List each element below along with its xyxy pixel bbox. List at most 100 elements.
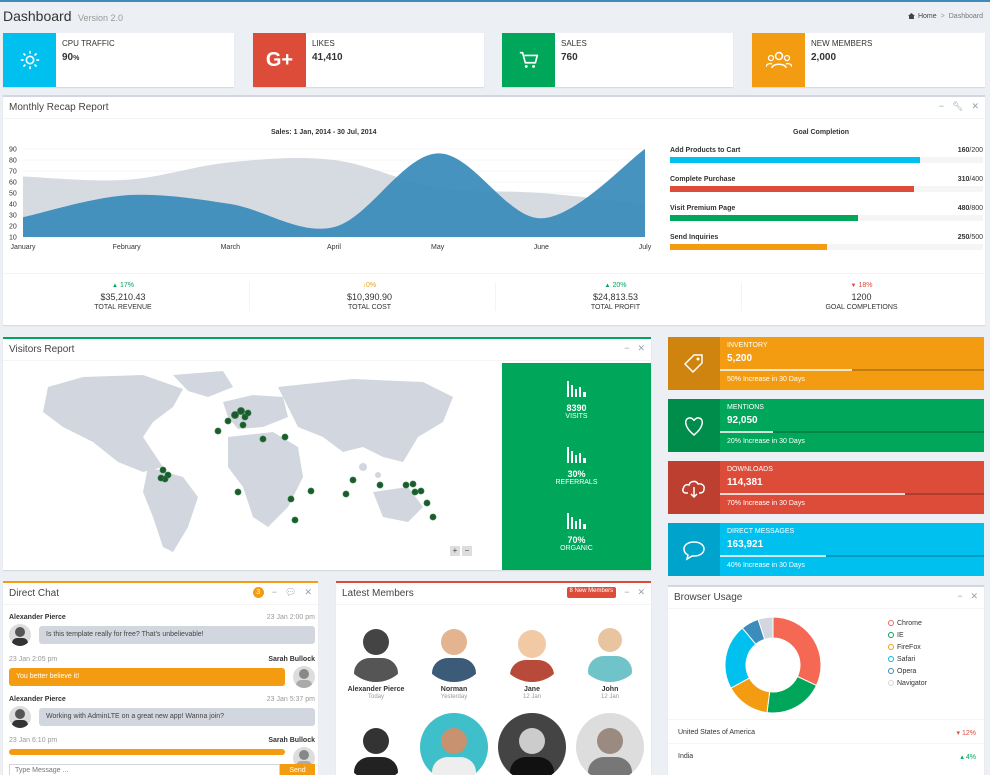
member-avatar[interactable] xyxy=(420,713,488,775)
latest-members-box: Latest Members 8 New Members − ✕ Alexand… xyxy=(336,581,651,775)
zoom-out-button[interactable]: − xyxy=(462,546,472,556)
box-title: Direct Chat xyxy=(9,588,60,599)
zoom-in-button[interactable]: + xyxy=(450,546,460,556)
goal-name: Complete Purchase xyxy=(670,176,736,183)
bar-chart-icon xyxy=(566,447,586,463)
stat-description: 40% Increase in 30 Days xyxy=(727,562,805,569)
stat-box-inventory: INVENTORY 5,200 50% Increase in 30 Days xyxy=(668,337,984,390)
send-button[interactable]: Send xyxy=(280,764,315,775)
close-button[interactable]: ✕ xyxy=(637,343,645,354)
stat-label: DIRECT MESSAGES xyxy=(727,528,795,535)
close-button[interactable]: ✕ xyxy=(971,101,979,112)
chat-message: 23 Jan 6:10 pm Sarah Bullock xyxy=(9,737,315,769)
goal-completion-title: Goal Completion xyxy=(793,129,849,136)
member-item[interactable]: Norman Yesterday xyxy=(417,614,491,700)
box-tools: − 🔧︎ ✕ xyxy=(939,101,979,112)
chat-message: Alexander Pierce 23 Jan 2:00 pm Is this t… xyxy=(9,614,315,646)
stat-progress-bar xyxy=(720,431,773,433)
member-avatar xyxy=(498,614,566,682)
collapse-button[interactable]: − xyxy=(957,591,962,602)
gear-icon xyxy=(3,33,56,87)
info-value: 41,410 xyxy=(312,52,343,63)
avatar xyxy=(9,706,31,728)
legend-dot-icon xyxy=(888,644,894,650)
box-header: Direct Chat 3 − 💬︎ ✕ xyxy=(3,583,318,605)
close-button[interactable]: ✕ xyxy=(637,587,645,598)
stat-description: 70% Increase in 30 Days xyxy=(727,500,805,507)
trend-percent: ↕0% xyxy=(362,282,377,289)
stat-organic: 70% ORGANIC xyxy=(502,511,651,552)
collapse-button[interactable]: − xyxy=(624,587,629,598)
home-icon xyxy=(907,13,915,19)
browser-legend: Chrome IE FireFox Safari Opera Navigator xyxy=(888,617,927,689)
info-label: CPU TRAFFIC xyxy=(62,39,115,48)
close-button[interactable]: ✕ xyxy=(970,591,978,602)
message-bubble: Working with AdminLTE on a great new app… xyxy=(39,708,315,726)
member-avatar[interactable] xyxy=(576,713,644,775)
stat-visits: 8390 VISITS xyxy=(502,379,651,420)
member-date: 12 Jan xyxy=(522,694,541,700)
box-header: Latest Members 8 New Members − ✕ xyxy=(336,583,651,605)
legend-dot-icon xyxy=(888,620,894,626)
caret-up-icon: ▲ xyxy=(112,283,118,289)
member-avatar[interactable] xyxy=(498,713,566,775)
divider xyxy=(3,273,985,274)
message-bubble: Is this template really for free? That's… xyxy=(39,626,315,644)
box-title: Monthly Recap Report xyxy=(9,102,109,113)
stat-progress-track xyxy=(720,555,984,557)
wrench-icon[interactable]: 🔧︎ xyxy=(952,101,963,112)
y-tick-label: 20 xyxy=(9,224,17,231)
breadcrumb-home[interactable]: Home xyxy=(918,13,937,20)
caret-up-icon: ▲ xyxy=(604,283,611,289)
stat-value: 8390 xyxy=(566,403,587,413)
stat-description: 50% Increase in 30 Days xyxy=(727,376,805,383)
member-name: Jane xyxy=(524,686,540,693)
y-tick-label: 90 xyxy=(9,147,17,154)
box-header: Monthly Recap Report − 🔧︎ ✕ xyxy=(3,97,985,119)
country-row[interactable]: India ▴ 4% xyxy=(668,743,984,767)
donut-slice[interactable] xyxy=(772,616,822,687)
member-item[interactable]: Alexander Pierce Today xyxy=(339,614,413,700)
comments-icon[interactable]: 💬︎ xyxy=(285,587,296,598)
member-avatar[interactable] xyxy=(342,713,410,775)
member-item[interactable]: Jane 12 Jan xyxy=(495,614,569,700)
visitors-stats-panel: 8390 VISITS 30% REFERRALS 70% ORGANIC xyxy=(502,363,651,570)
info-box-likes: G+ LIKES 41,410 xyxy=(253,33,484,87)
footer-goal-completions: ▼ 18% 1200 GOAL COMPLETIONS xyxy=(741,282,981,311)
member-avatar xyxy=(576,614,644,682)
member-name: Alexander Pierce xyxy=(347,686,405,693)
message-input[interactable] xyxy=(9,764,280,775)
legend-item: Chrome xyxy=(888,617,927,629)
stat-value: 92,050 xyxy=(727,415,758,426)
trend-percent: ▲ 20% xyxy=(604,282,627,289)
member-item[interactable]: John 12 Jan xyxy=(573,614,647,700)
bar-chart-icon xyxy=(566,381,586,397)
message-time: 23 Jan 2:00 pm xyxy=(266,614,315,621)
info-label: LIKES xyxy=(312,39,335,48)
stat-progress-track xyxy=(720,369,984,371)
message-time: 23 Jan 2:05 pm xyxy=(9,656,58,663)
info-value: 2,000 xyxy=(811,52,837,63)
y-tick-label: 30 xyxy=(9,213,17,220)
collapse-button[interactable]: − xyxy=(624,343,629,354)
box-tools: 3 − 💬︎ ✕ xyxy=(252,587,312,598)
legend-dot-icon xyxy=(888,632,894,638)
goal-progress-track xyxy=(670,244,983,250)
close-button[interactable]: ✕ xyxy=(304,587,312,598)
x-tick-label: January xyxy=(11,244,36,251)
box-header: Visitors Report − ✕ xyxy=(3,339,651,361)
legend-dot-icon xyxy=(888,656,894,662)
country-row[interactable]: United States of America ▾ 12% xyxy=(668,719,984,743)
stat-box-mentions: MENTIONS 92,050 20% Increase in 30 Days xyxy=(668,399,984,452)
info-label: NEW MEMBERS xyxy=(811,39,873,48)
country-pct: ▾ 12% xyxy=(956,730,976,737)
avatar xyxy=(293,666,315,688)
y-tick-label: 60 xyxy=(9,180,17,187)
y-tick-label: 80 xyxy=(9,158,17,165)
collapse-button[interactable]: − xyxy=(272,587,277,598)
collapse-button[interactable]: − xyxy=(939,101,944,112)
world-map[interactable] xyxy=(23,367,473,557)
country-name: United States of America xyxy=(678,729,756,736)
donut-slice[interactable] xyxy=(766,675,818,714)
stat-value: 70% xyxy=(567,535,586,545)
